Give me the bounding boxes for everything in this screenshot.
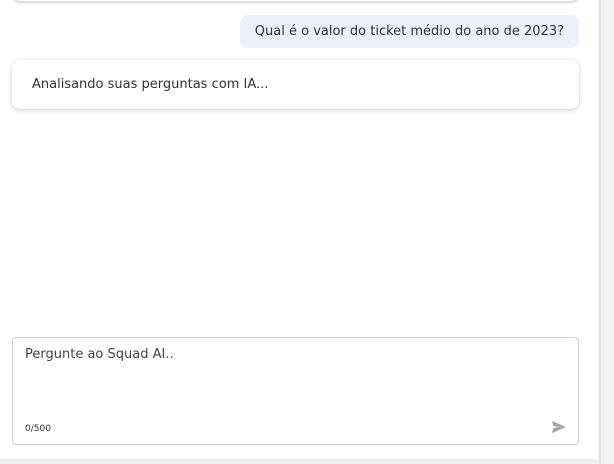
scrollbar-divider (599, 0, 601, 464)
chat-page: Qual é o valor do ticket médio do ano de… (0, 0, 614, 464)
user-message-text: Qual é o valor do ticket médio do ano de… (254, 24, 564, 39)
question-input[interactable] (25, 346, 545, 406)
assistant-message-card: Analisando suas perguntas com IA... (12, 60, 579, 109)
send-icon (552, 420, 566, 433)
assistant-message-text: Analisando suas perguntas com IA... (32, 77, 269, 92)
chat-input-box: 0/500 (12, 337, 579, 445)
page-bottom-edge (0, 459, 598, 464)
user-message-bubble: Qual é o valor do ticket médio do ano de… (239, 15, 579, 48)
send-button[interactable] (549, 418, 569, 438)
character-counter: 0/500 (25, 424, 51, 434)
previous-message-card (12, 0, 579, 1)
